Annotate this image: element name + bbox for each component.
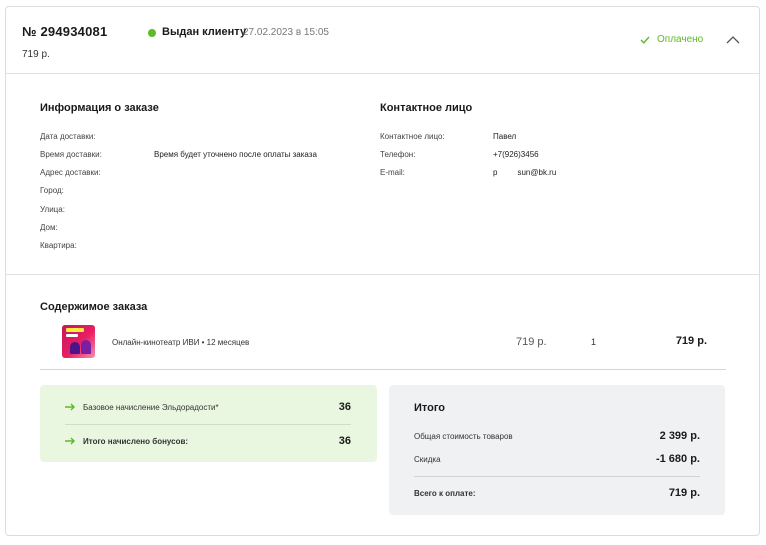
contact-label-phone: Телефон: [380,150,416,159]
email-prefix: р [493,168,498,177]
info-label-delivery-date: Дата доставки: [40,132,96,141]
totals-row-grand: Всего к оплате: 719 р. [414,487,700,499]
info-label-apartment: Квартира: [40,241,77,250]
bonus-total-value: 36 [338,435,351,447]
order-status: Выдан клиенту [162,26,247,38]
divider [414,476,700,477]
bonus-total-label: Итого начислено бонусов: [83,436,189,446]
order-info-title: Информация о заказе [40,102,159,114]
totals-row-discount: Скидка -1 680 р. [414,453,700,465]
grand-total-label: Всего к оплате: [414,488,476,498]
bonus-value: 36 [338,401,351,413]
info-label-street: Улица: [40,205,65,214]
contact-title: Контактное лицо [380,102,473,114]
contact-value-phone: +7(926)3456 [493,150,539,159]
info-label-address: Адрес доставки: [40,168,101,177]
status-dot-icon [148,29,156,37]
divider [6,274,759,275]
bonus-row-base: Базовое начисление Эльдорадости* 36 [65,401,351,413]
checkmark-icon [640,36,650,44]
product-price: 719 р. [516,336,547,348]
payment-status-label: Оплачено [657,34,704,45]
bonus-label: Базовое начисление Эльдорадости* [83,402,219,412]
email-suffix: sun@bk.ru [517,168,557,177]
product-quantity: 1 [591,337,597,347]
contact-label-name: Контактное лицо: [380,132,445,141]
bonus-arrow-icon [65,437,75,445]
totals-value: -1 680 р. [655,453,700,465]
info-label-delivery-time: Время доставки: [40,150,102,159]
order-price: 719 р. [22,49,50,60]
product-total: 719 р. [675,335,707,347]
info-label-house: Дом: [40,223,58,232]
totals-panel: Итого Общая стоимость товаров 2 399 р. С… [389,385,725,515]
contact-value-name: Павел [493,132,517,141]
bonus-arrow-icon [65,403,75,411]
order-card: № 294934081 719 р. Выдан клиенту 27.02.2… [5,6,760,536]
info-value-delivery-time: Время будет уточнено после оплаты заказа [154,150,317,159]
grand-total-value: 719 р. [668,487,700,499]
divider [40,369,726,370]
totals-label: Скидка [414,454,441,464]
chevron-up-icon[interactable] [725,33,741,47]
order-number: № 294934081 [22,24,108,39]
totals-row-goods: Общая стоимость товаров 2 399 р. [414,430,700,442]
contents-title: Содержимое заказа [40,301,148,313]
email-redacted [500,168,516,177]
totals-value: 2 399 р. [659,430,700,442]
divider [6,73,759,74]
contact-label-email: E-mail: [380,168,405,177]
product-thumbnail[interactable] [62,325,95,358]
contact-value-email: р sun@bk.ru [493,168,556,177]
status-date: 27.02.2023 в 15:05 [243,27,329,38]
info-label-city: Город: [40,186,64,195]
totals-title: Итого [414,402,446,414]
divider [65,424,351,425]
bonus-row-total: Итого начислено бонусов: 36 [65,435,351,447]
totals-label: Общая стоимость товаров [414,431,513,441]
payment-status: Оплачено [640,34,703,45]
product-name[interactable]: Онлайн-кинотеатр ИВИ • 12 месяцев [112,338,249,347]
bonus-panel: Базовое начисление Эльдорадости* 36 Итог… [40,385,377,462]
